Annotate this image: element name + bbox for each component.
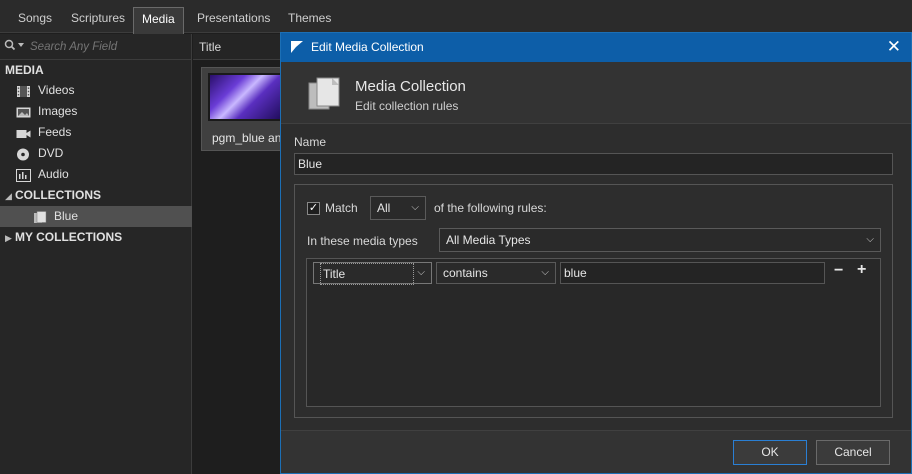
image-icon [16, 105, 31, 118]
collections-header-label: COLLECTIONS [15, 188, 101, 202]
media-item-tile[interactable]: pgm_blue and purple [201, 67, 291, 151]
sidebar-item-label: Audio [38, 167, 69, 181]
app-logo-icon [290, 40, 304, 54]
match-mode-select[interactable]: All ⌵ [370, 196, 426, 220]
search-icon[interactable] [4, 39, 30, 54]
tab-presentations[interactable]: Presentations [189, 7, 278, 33]
dialog-titlebar: Edit Media Collection ✕ [281, 33, 911, 62]
close-icon[interactable]: ✕ [887, 37, 901, 57]
media-types-select[interactable]: All Media Types ⌵ [439, 228, 881, 252]
match-mode-value: All [377, 201, 391, 215]
disc-icon [16, 147, 31, 161]
media-thumbnail [208, 73, 286, 121]
sidebar-item-label: Images [38, 104, 78, 118]
media-section-header: MEDIA [5, 63, 44, 77]
sidebar-item-videos[interactable]: Videos [0, 80, 192, 101]
search-input[interactable] [30, 40, 180, 53]
expand-triangle-icon[interactable]: ▶ [5, 228, 15, 248]
sidebar-item-label: Feeds [38, 125, 72, 139]
name-label: Name [294, 135, 327, 149]
my-collections-section-header[interactable]: ▶ MY COLLECTIONS [0, 227, 122, 247]
chevron-down-icon: ⌵ [411, 202, 419, 213]
tab-media[interactable]: Media [133, 7, 184, 34]
remove-rule-button[interactable]: − [834, 262, 843, 280]
dialog-heading: Media Collection [355, 78, 466, 95]
sidebar-item-images[interactable]: Images [0, 101, 192, 122]
sidebar-item-dvd[interactable]: DVD [0, 143, 192, 164]
match-suffix-label: of the following rules: [434, 201, 547, 215]
dialog-subheading: Edit collection rules [355, 99, 459, 113]
chevron-down-icon: ⌵ [541, 267, 549, 278]
collection-icon [306, 75, 342, 111]
collections-section-header[interactable]: ◢ COLLECTIONS [0, 185, 101, 205]
my-collections-header-label: MY COLLECTIONS [15, 230, 123, 244]
sidebar-item-audio[interactable]: Audio [0, 164, 192, 185]
sidebar-item-label: DVD [38, 146, 64, 160]
sidebar-item-blue-collection[interactable]: Blue [0, 206, 192, 227]
name-field[interactable]: Blue [294, 153, 893, 175]
rule-operator-select[interactable]: contains ⌵ [436, 262, 556, 284]
rule-value-field[interactable]: blue [560, 262, 825, 284]
sidebar-item-label: Videos [38, 83, 75, 97]
collapse-triangle-icon[interactable]: ◢ [5, 186, 15, 206]
tab-songs[interactable]: Songs [10, 7, 60, 33]
rule-list: Title ⌵ contains ⌵ blue − + [306, 258, 881, 407]
rule-field-value: Title [320, 263, 414, 285]
edit-media-collection-dialog: Edit Media Collection ✕ Media Collection… [280, 32, 912, 474]
dialog-footer: OK Cancel [281, 430, 911, 473]
sidebar-item-label: Blue [54, 209, 79, 223]
media-item-label: pgm_blue and purple [212, 131, 290, 145]
sidebar-item-feeds[interactable]: Feeds [0, 122, 192, 143]
film-icon [16, 84, 31, 97]
dialog-header: Media Collection Edit collection rules [281, 62, 911, 124]
title-column-header[interactable]: Title [193, 34, 281, 60]
chevron-down-icon: ⌵ [866, 234, 874, 245]
audio-icon [16, 168, 31, 182]
cancel-button[interactable]: Cancel [816, 440, 890, 465]
media-types-label: In these media types [307, 234, 418, 248]
match-label: Match [325, 201, 358, 215]
search-bar [0, 34, 192, 60]
dialog-title: Edit Media Collection [311, 40, 424, 54]
tab-scriptures[interactable]: Scriptures [63, 7, 133, 33]
media-types-value: All Media Types [446, 233, 531, 247]
rules-group: ✓ Match All ⌵ of the following rules: In… [294, 184, 893, 418]
match-checkbox[interactable]: ✓ [307, 202, 320, 215]
rule-operator-value: contains [443, 266, 488, 280]
ok-button[interactable]: OK [733, 440, 807, 465]
rule-field-select[interactable]: Title ⌵ [313, 262, 432, 285]
chevron-down-icon: ⌵ [417, 267, 425, 278]
add-rule-button[interactable]: + [857, 261, 866, 279]
main-tab-bar: Songs Scriptures Media Presentations The… [0, 0, 912, 34]
camera-icon [16, 126, 31, 139]
media-sidebar: MEDIA Videos Images Feeds DVD Audio ◢COL… [0, 34, 192, 474]
tab-themes[interactable]: Themes [280, 7, 339, 33]
collection-icon [33, 210, 48, 223]
